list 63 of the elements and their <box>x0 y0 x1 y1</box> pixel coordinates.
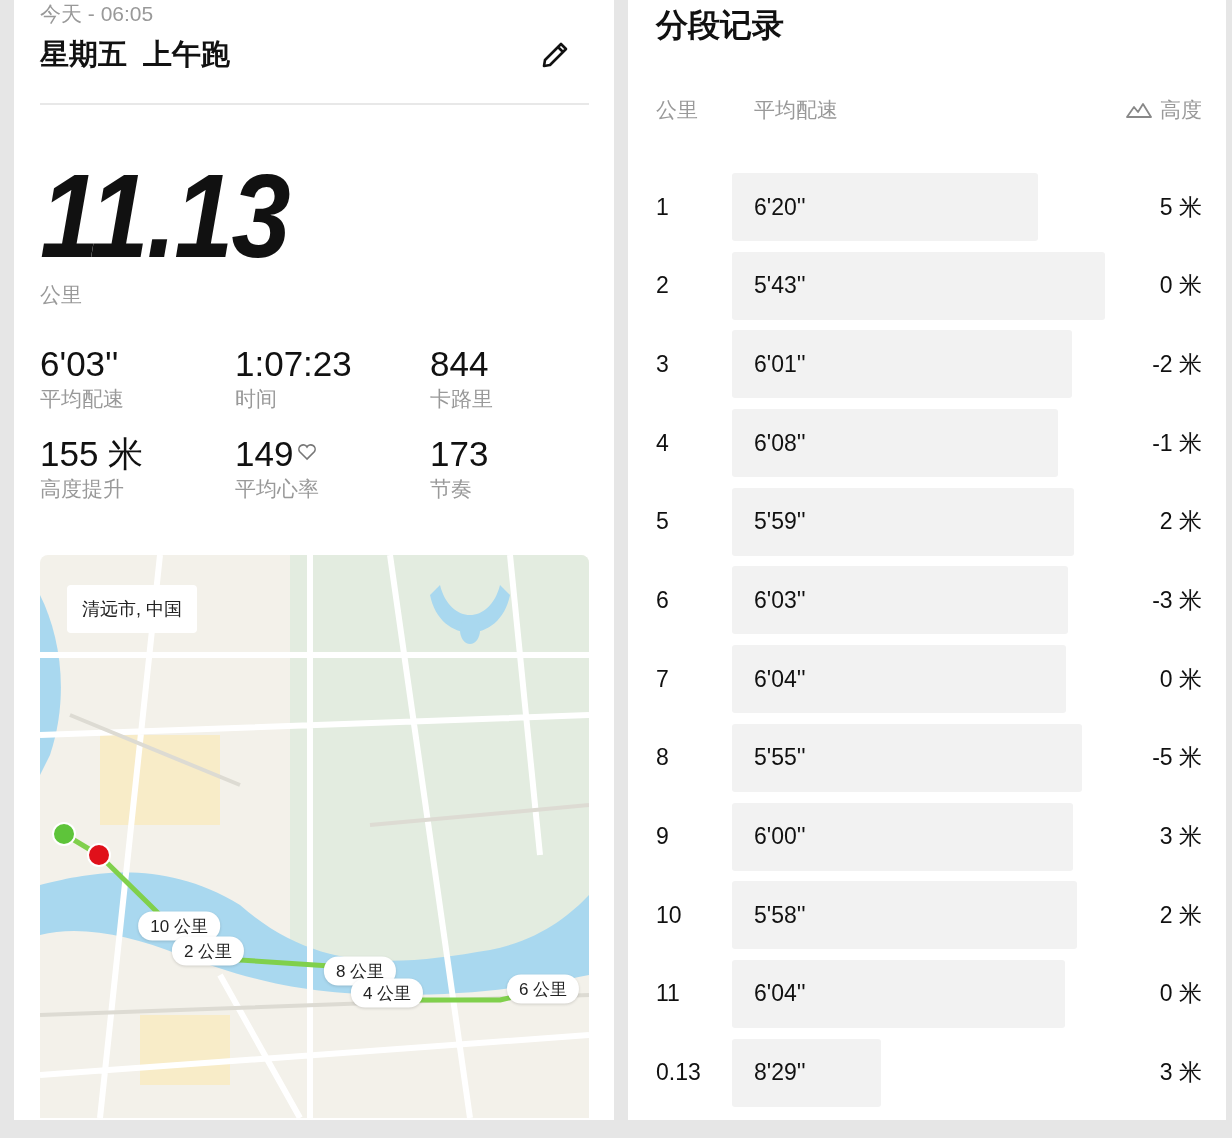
split-km: 8 <box>656 744 670 772</box>
stat-label: 平均配速 <box>40 386 125 412</box>
split-km: 6 <box>656 586 670 614</box>
split-elevation: 3 米 <box>1158 822 1202 851</box>
stat-value: 1:07:23 <box>235 344 352 384</box>
distance-marker: 4 公里 <box>350 978 424 1008</box>
split-km: 3 <box>656 350 670 378</box>
split-km: 1 <box>656 193 670 221</box>
split-elevation: -2 米 <box>1151 349 1202 379</box>
stat-value: 6'03'' <box>40 344 119 384</box>
column-header: 高度 <box>1160 97 1202 123</box>
distance-value: 11.13 <box>40 157 291 267</box>
split-pace: 6'01'' <box>753 350 806 378</box>
split-elevation: 0 米 <box>1158 664 1202 694</box>
mountain-icon <box>1126 102 1152 118</box>
distance-unit: 公里 <box>40 282 83 308</box>
split-elevation: 5 米 <box>1158 192 1202 222</box>
stat-label: 时间 <box>235 386 278 412</box>
splits-title: 分段记录 <box>656 6 785 45</box>
stat-label: 节奏 <box>430 476 473 502</box>
split-km: 7 <box>656 665 670 693</box>
distance-marker: 6 公里 <box>506 974 580 1004</box>
distance-marker: 2 公里 <box>171 936 245 966</box>
activity-title: 星期五 上午跑 <box>40 37 231 72</box>
stat-value: 844 <box>430 344 489 384</box>
split-pace: 6'00'' <box>753 823 806 850</box>
activity-date: 今天 - 06:05 <box>40 1 155 27</box>
split-pace: 6'20'' <box>753 193 806 221</box>
stat-label: 高度提升 <box>40 476 125 502</box>
split-km: 2 <box>656 272 670 300</box>
split-elevation: 3 米 <box>1158 1058 1202 1088</box>
split-pace: 6'04'' <box>753 665 806 693</box>
split-elevation: 0 米 <box>1158 271 1202 301</box>
split-pace: 5'59'' <box>753 508 806 536</box>
split-pace: 5'55'' <box>753 744 806 772</box>
split-km: 11 <box>656 980 681 1008</box>
split-elevation: 0 米 <box>1158 979 1202 1009</box>
stat-value: 149 <box>235 434 294 474</box>
split-km: 4 <box>656 429 670 457</box>
column-header: 平均配速 <box>753 97 839 123</box>
split-elevation: 2 米 <box>1158 507 1202 537</box>
stat-value: 155 米 <box>40 432 144 475</box>
location-label: 清远市, 中国 <box>67 585 197 633</box>
column-header: 公里 <box>656 97 699 123</box>
split-km: 0.13 <box>656 1059 702 1087</box>
stat-value: 173 <box>430 434 489 474</box>
heart-icon <box>297 443 318 461</box>
split-pace: 6'08'' <box>753 429 806 457</box>
split-pace: 5'43'' <box>753 272 806 300</box>
split-pace: 6'03'' <box>753 586 806 614</box>
split-km: 10 <box>656 901 683 929</box>
split-elevation: -1 米 <box>1151 428 1202 458</box>
stat-label: 平均心率 <box>235 476 320 502</box>
split-km: 5 <box>656 508 670 536</box>
stat-label: 卡路里 <box>430 386 494 412</box>
split-elevation: -5 米 <box>1151 743 1202 773</box>
split-pace: 8'29'' <box>753 1059 806 1087</box>
split-elevation: -3 米 <box>1151 585 1202 615</box>
split-pace: 6'04'' <box>753 980 806 1008</box>
split-km: 9 <box>656 823 670 850</box>
split-elevation: 2 米 <box>1158 900 1202 930</box>
map[interactable]: 清远市, 中国 10 公里 2 公里 8 公里 4 公里 6 公里 <box>40 555 589 1118</box>
split-pace: 5'58'' <box>753 901 806 929</box>
